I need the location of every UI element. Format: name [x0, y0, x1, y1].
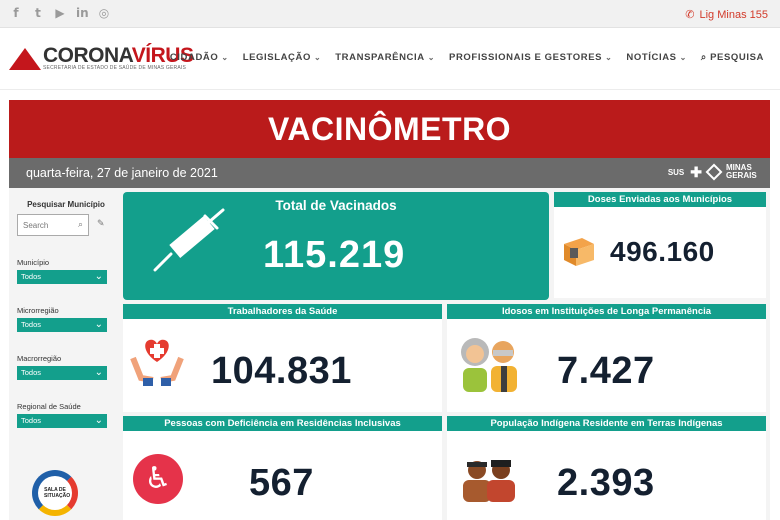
card-value: 2.393 — [557, 462, 655, 504]
card-value: 567 — [249, 462, 314, 504]
filter-regional: Regional de Saúde Todos ⌄ — [17, 402, 115, 428]
twitter-icon[interactable]: t — [32, 7, 44, 20]
facebook-icon[interactable]: f — [10, 7, 22, 20]
package-box-icon — [564, 238, 594, 266]
youtube-icon[interactable]: ▶ — [54, 7, 66, 20]
chevron-down-icon: ⌄ — [94, 319, 103, 330]
card-pessoas-deficiencia: Pessoas com Deficiência em Residências I… — [123, 416, 442, 520]
chevron-down-icon: ⌄ — [427, 53, 436, 62]
filter-label: Município — [17, 258, 50, 267]
wheelchair-icon: ♿ — [133, 454, 183, 504]
filter-municipio: Município Todos ⌄ — [17, 258, 115, 284]
minas-gerais-logo: MINAS GERAIS — [726, 163, 757, 180]
nav-cidadao[interactable]: CIDADÃO ⌄ — [170, 52, 229, 63]
filter-microrregiao: Microrregião Todos ⌄ — [17, 306, 115, 332]
syringe-icon — [153, 208, 225, 272]
card-value: 104.831 — [211, 350, 352, 392]
nav-pesquisa[interactable]: ⌕ PESQUISA — [701, 52, 764, 63]
search-placeholder: Search — [23, 221, 49, 230]
indigenous-people-icon — [463, 460, 515, 502]
chevron-down-icon: ⌄ — [313, 53, 322, 62]
clear-filter-icon[interactable]: ✎ — [97, 218, 105, 229]
filter-macrorregiao: Macrorregião Todos ⌄ — [17, 354, 115, 380]
vacinometro-dashboard: VACINÔMETRO quarta-feira, 27 de janeiro … — [9, 100, 770, 520]
municipio-select[interactable]: Todos ⌄ — [17, 270, 107, 284]
sala-label: SALA DE SITUAÇÃO — [44, 487, 71, 499]
site-header: CORONAVÍRUS SECRETARIA DE ESTADO DE SAÚD… — [0, 28, 780, 90]
dashboard-title: VACINÔMETRO — [267, 110, 512, 147]
regional-select[interactable]: Todos ⌄ — [17, 414, 107, 428]
card-trabalhadores-saude: Trabalhadores da Saúde 104.831 — [123, 304, 442, 412]
card-value: 496.160 — [610, 236, 715, 267]
elderly-couple-icon — [461, 338, 517, 392]
social-links: f t ▶ in ◎ — [10, 7, 110, 20]
card-title: Idosos em Instituições de Longa Permanên… — [447, 304, 766, 319]
card-value: 7.427 — [557, 350, 655, 392]
card-idosos: Idosos em Instituições de Longa Permanên… — [447, 304, 766, 412]
search-icon: ⌕ — [77, 219, 83, 229]
chevron-down-icon: ⌄ — [94, 367, 103, 378]
phone-link[interactable]: ✆ Lig Minas 155 — [685, 8, 769, 22]
logo-triangle-icon — [9, 48, 41, 70]
current-date: quarta-feira, 27 de janeiro de 2021 — [26, 166, 218, 180]
total-value: 115.219 — [263, 234, 406, 276]
card-populacao-indigena: População Indígena Residente em Terras I… — [447, 416, 766, 520]
nav-transparencia[interactable]: TRANSPARÊNCIA ⌄ — [335, 52, 435, 63]
card-title: População Indígena Residente em Terras I… — [447, 416, 766, 431]
filter-label: Macrorregião — [17, 354, 62, 363]
card-doses-enviadas: Doses Enviadas aos Municípios 496.160 — [554, 192, 766, 298]
search-title: Pesquisar Município — [27, 200, 105, 209]
chevron-down-icon: ⌄ — [605, 53, 613, 62]
microrregiao-select[interactable]: Todos ⌄ — [17, 318, 107, 332]
sus-plus-icon: ✚ — [690, 164, 702, 180]
sus-logo: SUS — [667, 167, 685, 177]
nav-profissionais[interactable]: PROFISSIONAIS E GESTORES ⌄ — [449, 52, 612, 63]
card-title: Doses Enviadas aos Municípios — [554, 192, 766, 207]
sala-de-situacao-logo[interactable]: SALA DE SITUAÇÃO — [32, 470, 78, 516]
card-total-vacinados: Total de Vacinados 115.219 — [123, 192, 549, 300]
phone-label: Lig Minas 155 — [699, 8, 769, 21]
macrorregiao-select[interactable]: Todos ⌄ — [17, 366, 107, 380]
chevron-down-icon: ⌄ — [94, 271, 103, 282]
municipio-search-input[interactable]: Search ⌕ — [17, 214, 89, 236]
search-icon: ⌕ — [700, 52, 711, 63]
date-bar: quarta-feira, 27 de janeiro de 2021 SUS … — [9, 158, 770, 188]
filter-label: Microrregião — [17, 306, 59, 315]
instagram-icon[interactable]: ◎ — [98, 7, 110, 20]
card-title: Trabalhadores da Saúde — [123, 304, 442, 319]
minas-gerais-icon — [705, 163, 723, 181]
card-title: Pessoas com Deficiência em Residências I… — [123, 416, 442, 431]
chevron-down-icon: ⌄ — [679, 53, 687, 62]
linkedin-icon[interactable]: in — [76, 7, 89, 20]
chevron-down-icon: ⌄ — [94, 415, 103, 426]
filter-label: Regional de Saúde — [17, 402, 81, 411]
logo-subtitle: SECRETARIA DE ESTADO DE SAÚDE DE MINAS G… — [43, 65, 187, 71]
nav-noticias[interactable]: NOTÍCIAS ⌄ — [626, 52, 687, 63]
coronavirus-logo[interactable]: CORONAVÍRUS SECRETARIA DE ESTADO DE SAÚD… — [9, 44, 194, 74]
phone-icon: ✆ — [685, 9, 695, 21]
nav-legislacao[interactable]: LEGISLAÇÃO ⌄ — [243, 52, 322, 63]
chevron-down-icon: ⌄ — [221, 53, 229, 62]
dashboard-title-banner: VACINÔMETRO — [9, 100, 770, 158]
filter-sidebar: Pesquisar Município Search ⌕ ✎ Município… — [17, 200, 115, 428]
partner-logos: SUS ✚ MINAS GERAIS — [667, 163, 760, 181]
main-nav: CIDADÃO ⌄ LEGISLAÇÃO ⌄ TRANSPARÊNCIA ⌄ PROF… — [170, 52, 764, 63]
health-hands-icon — [130, 339, 184, 386]
top-bar: f t ▶ in ◎ ✆ Lig Minas 155 — [0, 0, 780, 28]
